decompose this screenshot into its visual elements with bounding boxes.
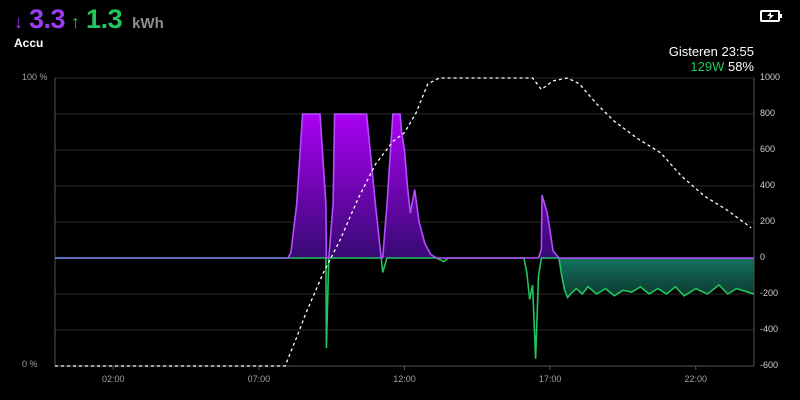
y-tick-label: 0: [760, 252, 766, 262]
soc-tick-label: 100 %: [22, 72, 48, 82]
x-tick-label: 22:00: [684, 374, 708, 384]
y-tick-label: -200: [760, 288, 779, 298]
energy-chart[interactable]: [0, 0, 800, 400]
y-tick-label: 1000: [760, 72, 781, 82]
x-tick-label: 02:00: [101, 374, 125, 384]
x-tick-label: 17:00: [538, 374, 562, 384]
export-area: [55, 258, 754, 298]
soc-tick-label: 0 %: [22, 359, 38, 369]
y-tick-label: -400: [760, 324, 779, 334]
energy-card: ↓ 3.3 ↑ 1.3 kWh Accu Gisteren 23:55 129W…: [0, 0, 800, 400]
x-tick-label: 12:00: [393, 374, 416, 384]
y-tick-label: 800: [760, 108, 776, 118]
y-tick-label: 600: [760, 144, 776, 154]
y-tick-label: 400: [760, 180, 776, 190]
power-areas: [55, 114, 754, 298]
y-tick-label: -600: [760, 360, 779, 370]
y-tick-label: 200: [760, 216, 776, 226]
x-tick-label: 07:00: [247, 374, 271, 384]
